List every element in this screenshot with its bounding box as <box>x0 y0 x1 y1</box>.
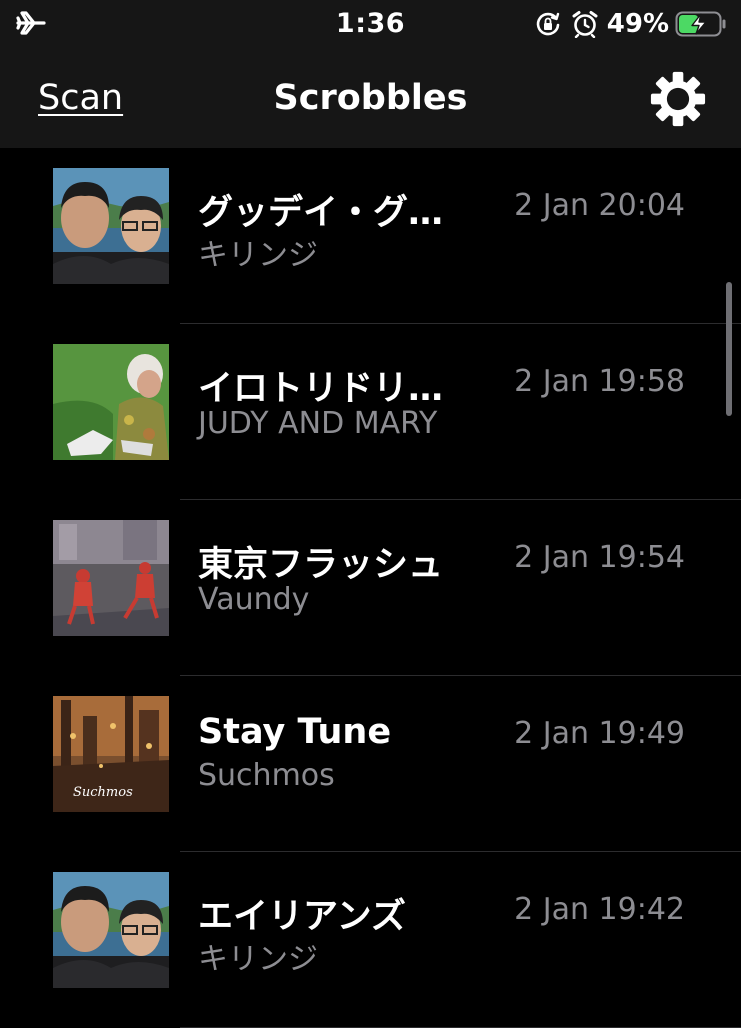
scrobble-row[interactable]: グッデイ・グ… キリンジ 2 Jan 20:04 <box>0 148 741 324</box>
artist-name: JUDY AND MARY <box>198 406 438 441</box>
artist-name: Suchmos <box>198 758 335 793</box>
scrobble-date: 2 Jan 19:58 <box>514 364 685 399</box>
album-art <box>53 344 169 460</box>
battery-charging-icon <box>675 11 726 37</box>
artist-name: キリンジ <box>198 238 318 273</box>
navigation-bar: Scan Scrobbles <box>0 48 741 148</box>
scrobble-row[interactable]: エイリアンズ キリンジ 2 Jan 19:42 <box>0 852 741 1028</box>
track-title: エイリアンズ <box>198 897 406 937</box>
track-title: イロトリドリ… <box>198 369 444 409</box>
track-title: グッデイ・グ… <box>198 193 444 233</box>
scrobble-row[interactable]: 東京フラッシュ Vaundy 2 Jan 19:54 <box>0 500 741 676</box>
scrobble-list[interactable]: グッデイ・グ… キリンジ 2 Jan 20:04 イロトリドリ… JUDY AN… <box>0 148 741 1028</box>
orientation-lock-icon <box>536 12 560 36</box>
scrobble-date: 2 Jan 19:54 <box>514 540 685 575</box>
album-art <box>53 872 169 988</box>
scrobble-row[interactable]: イロトリドリ… JUDY AND MARY 2 Jan 19:58 <box>0 324 741 500</box>
album-art <box>53 168 169 284</box>
alarm-clock-icon <box>572 11 598 38</box>
track-title: 東京フラッシュ <box>198 545 444 585</box>
status-indicators: 49% <box>535 8 727 40</box>
scrobble-date: 2 Jan 19:42 <box>514 892 685 927</box>
scrobble-row[interactable]: Suchmos Stay Tune Suchmos 2 Jan 19:49 <box>0 676 741 852</box>
scan-button[interactable]: Scan <box>38 78 123 118</box>
scrollbar[interactable] <box>726 282 732 416</box>
album-art <box>53 520 169 636</box>
scrobble-date: 2 Jan 19:49 <box>514 716 685 751</box>
track-title: Stay Tune <box>198 712 392 752</box>
settings-gear-icon[interactable] <box>648 70 708 128</box>
album-art: Suchmos <box>53 696 169 812</box>
artist-name: キリンジ <box>198 942 318 977</box>
scrobble-date: 2 Jan 20:04 <box>514 188 685 223</box>
status-bar: 1:36 49% <box>0 0 741 48</box>
battery-percent: 49% <box>606 9 669 39</box>
artist-name: Vaundy <box>198 582 310 617</box>
album-art-text: Suchmos <box>73 785 133 800</box>
